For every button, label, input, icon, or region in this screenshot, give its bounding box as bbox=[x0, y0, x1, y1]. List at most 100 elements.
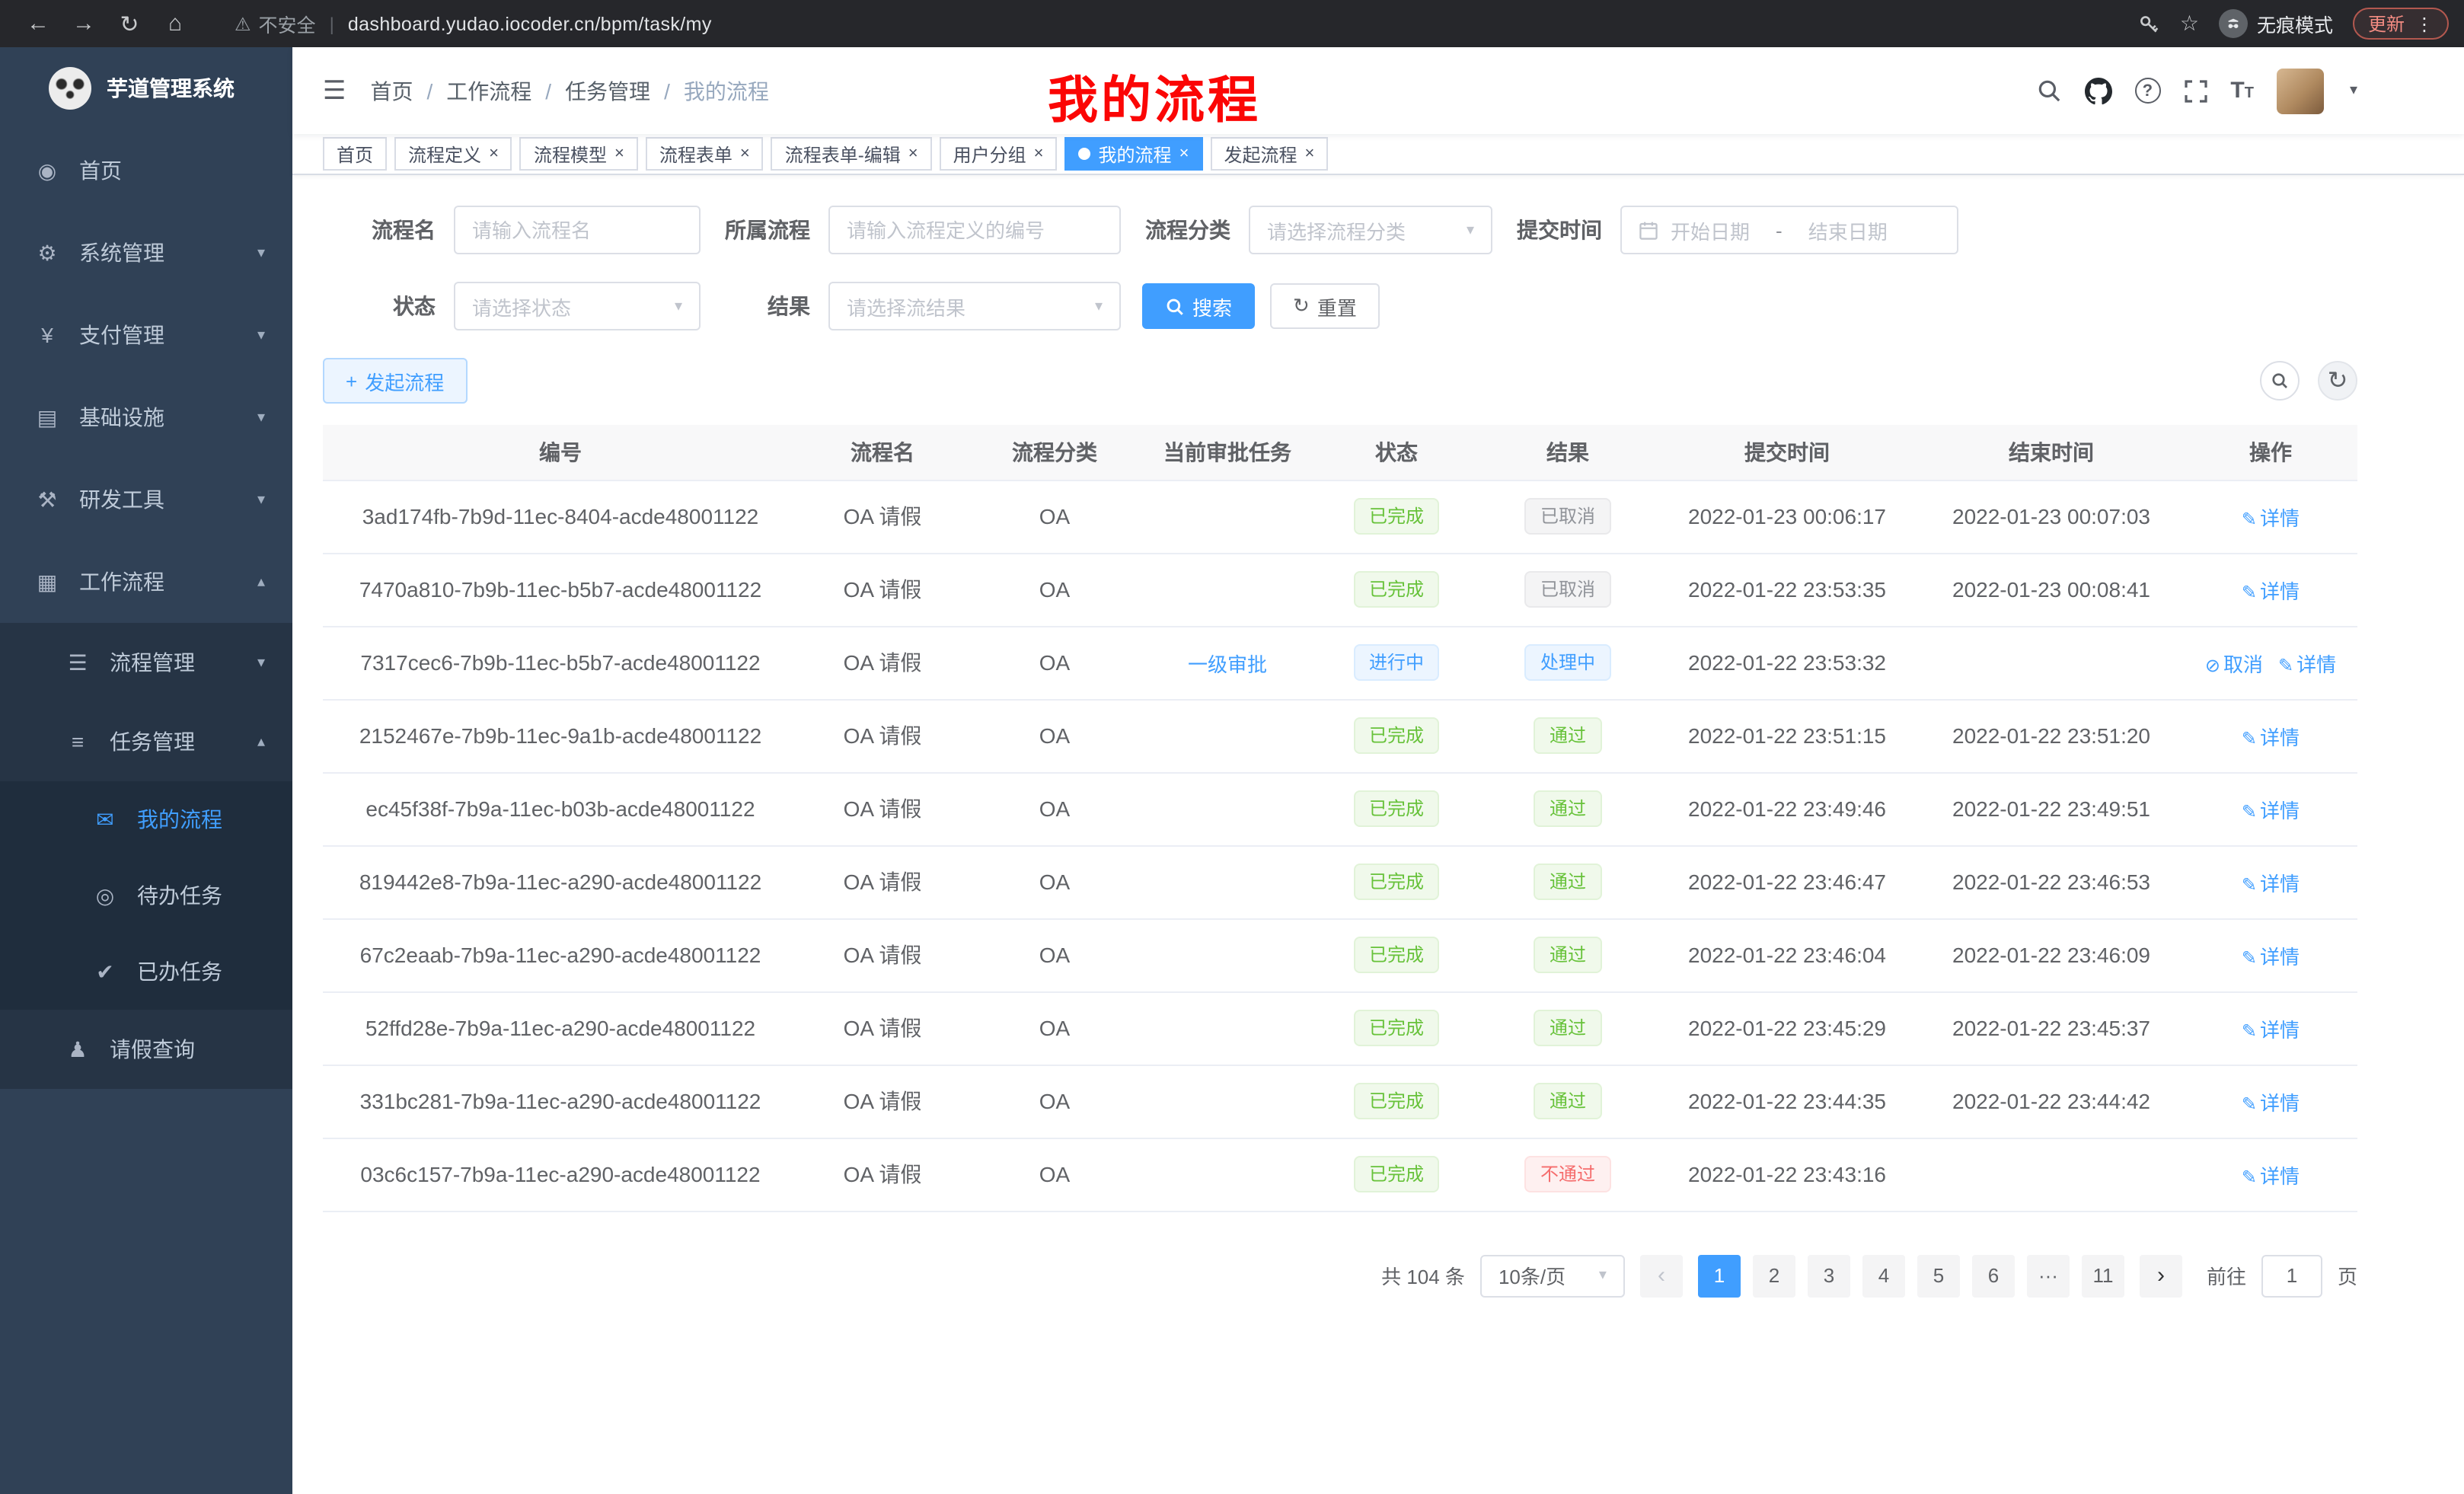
tab-4[interactable]: 流程表单-编辑× bbox=[771, 137, 932, 171]
detail-link[interactable]: ✎详情 bbox=[2242, 1018, 2300, 1041]
sidebar-item-3[interactable]: ▤基础设施▾ bbox=[0, 376, 292, 458]
github-icon[interactable] bbox=[2084, 77, 2111, 104]
sidebar-item-label: 工作流程 bbox=[79, 567, 164, 597]
detail-link[interactable]: ✎详情 bbox=[2242, 799, 2300, 822]
close-icon[interactable]: × bbox=[489, 145, 499, 162]
sidebar-item-7[interactable]: ≡任务管理▴ bbox=[0, 702, 292, 781]
breadcrumb-item[interactable]: 工作流程 bbox=[446, 75, 531, 106]
goto-page-input[interactable] bbox=[2261, 1254, 2322, 1297]
detail-link[interactable]: ✎详情 bbox=[2242, 579, 2300, 602]
category-select[interactable]: 请选择流程分类 ▾ bbox=[1249, 206, 1492, 254]
page-button-4[interactable]: 4 bbox=[1862, 1254, 1905, 1297]
detail-link[interactable]: ✎详情 bbox=[2242, 945, 2300, 968]
sidebar-item-10[interactable]: ✔已办任务 bbox=[0, 934, 292, 1010]
page-button-1[interactable]: 1 bbox=[1698, 1254, 1741, 1297]
sidebar-item-11[interactable]: ♟请假查询 bbox=[0, 1010, 292, 1089]
show-search-button[interactable] bbox=[2260, 361, 2300, 401]
detail-link[interactable]: ✎详情 bbox=[2242, 1091, 2300, 1114]
edit-icon: ✎ bbox=[2242, 1093, 2257, 1114]
help-icon[interactable]: ? bbox=[2134, 78, 2160, 104]
page-button-3[interactable]: 3 bbox=[1808, 1254, 1850, 1297]
tab-2[interactable]: 流程模型× bbox=[520, 137, 638, 171]
breadcrumb-item[interactable]: 任务管理 bbox=[565, 75, 650, 106]
page-size-select[interactable]: 10条/页 ▾ bbox=[1480, 1254, 1625, 1297]
sidebar-item-label: 请假查询 bbox=[110, 1034, 195, 1065]
chevron-down-icon: ▾ bbox=[1599, 1267, 1607, 1284]
sidebar-item-0[interactable]: ◉首页 bbox=[0, 129, 292, 212]
tab-0[interactable]: 首页 bbox=[323, 137, 387, 171]
start-process-button[interactable]: + 发起流程 bbox=[323, 358, 467, 404]
page-button-11[interactable]: 11 bbox=[2082, 1254, 2124, 1297]
process-def-input[interactable] bbox=[828, 206, 1121, 254]
cancel-link[interactable]: ⊘取消 bbox=[2205, 653, 2263, 675]
cell-current-task bbox=[1142, 480, 1313, 553]
forward-icon[interactable]: → bbox=[61, 11, 107, 37]
prev-page-button[interactable]: ‹ bbox=[1640, 1254, 1683, 1297]
detail-link[interactable]: ✎详情 bbox=[2242, 506, 2300, 529]
tab-3[interactable]: 流程表单× bbox=[646, 137, 764, 171]
close-icon[interactable]: × bbox=[614, 145, 624, 162]
back-icon[interactable]: ← bbox=[15, 11, 61, 37]
url-text[interactable]: dashboard.yudao.iocoder.cn/bpm/task/my bbox=[348, 13, 712, 34]
detail-link[interactable]: ✎详情 bbox=[2278, 653, 2336, 675]
sidebar-item-label: 首页 bbox=[79, 155, 122, 186]
sidebar-item-8[interactable]: ✉我的流程 bbox=[0, 781, 292, 857]
sidebar-item-2[interactable]: ¥支付管理▾ bbox=[0, 294, 292, 376]
tab-7[interactable]: 发起流程× bbox=[1210, 137, 1328, 171]
process-name-input[interactable] bbox=[454, 206, 701, 254]
search-button-label: 搜索 bbox=[1192, 292, 1232, 321]
tab-5[interactable]: 用户分组× bbox=[940, 137, 1058, 171]
avatar[interactable] bbox=[2277, 68, 2324, 113]
pager-more[interactable]: ··· bbox=[2027, 1254, 2070, 1297]
close-icon[interactable]: × bbox=[908, 145, 918, 162]
cell-status: 已完成 bbox=[1313, 918, 1480, 991]
breadcrumb-item[interactable]: 首页 bbox=[371, 75, 413, 106]
cell-submit-time: 2022-01-22 23:51:15 bbox=[1655, 699, 1919, 772]
tab-6[interactable]: 我的流程× bbox=[1065, 137, 1203, 171]
result-select[interactable]: 请选择流结果 ▾ bbox=[828, 282, 1121, 330]
tab-1[interactable]: 流程定义× bbox=[394, 137, 512, 171]
end-date-placeholder: 结束日期 bbox=[1808, 215, 1888, 244]
hamburger-icon[interactable]: ☰ bbox=[323, 75, 346, 106]
sidebar-item-6[interactable]: ☰流程管理▾ bbox=[0, 623, 292, 702]
task-link[interactable]: 一级审批 bbox=[1188, 653, 1267, 675]
home-icon[interactable]: ⌂ bbox=[152, 11, 198, 37]
font-size-icon[interactable]: TT bbox=[2230, 77, 2254, 104]
tools-icon: ⚒ bbox=[30, 487, 64, 512]
detail-link[interactable]: ✎详情 bbox=[2242, 726, 2300, 749]
page-button-6[interactable]: 6 bbox=[1972, 1254, 2015, 1297]
status-select[interactable]: 请选择状态 ▾ bbox=[454, 282, 701, 330]
refresh-table-button[interactable]: ↻ bbox=[2318, 361, 2357, 401]
close-icon[interactable]: × bbox=[1304, 145, 1314, 162]
password-key-icon[interactable] bbox=[2139, 13, 2160, 34]
sidebar-item-4[interactable]: ⚒研发工具▾ bbox=[0, 458, 292, 541]
update-button[interactable]: 更新 ⋮ bbox=[2353, 8, 2449, 40]
sidebar-item-5[interactable]: ▦工作流程▴ bbox=[0, 541, 292, 623]
sidebar-item-9[interactable]: ◎待办任务 bbox=[0, 857, 292, 934]
close-icon[interactable]: × bbox=[1179, 145, 1189, 162]
security-label[interactable]: 不安全 bbox=[259, 9, 316, 38]
sidebar-item-1[interactable]: ⚙系统管理▾ bbox=[0, 212, 292, 294]
search-icon[interactable] bbox=[2035, 78, 2061, 104]
app-logo[interactable]: 芋道管理系统 bbox=[0, 47, 292, 129]
detail-link[interactable]: ✎详情 bbox=[2242, 872, 2300, 895]
avatar-caret-icon[interactable]: ▾ bbox=[2350, 82, 2357, 99]
bookmark-star-icon[interactable]: ☆ bbox=[2180, 11, 2199, 37]
detail-link[interactable]: ✎详情 bbox=[2242, 1164, 2300, 1187]
next-page-button[interactable]: › bbox=[2140, 1254, 2182, 1297]
chevron-down-icon: ▾ bbox=[257, 654, 265, 671]
fullscreen-icon[interactable] bbox=[2183, 78, 2207, 103]
submit-time-range-picker[interactable]: 开始日期 - 结束日期 bbox=[1620, 206, 1958, 254]
close-icon[interactable]: × bbox=[740, 145, 750, 162]
reset-button[interactable]: ↻ 重置 bbox=[1270, 283, 1380, 329]
cell-result: 处理中 bbox=[1480, 626, 1655, 699]
status-label: 状态 bbox=[347, 291, 436, 321]
page-button-2[interactable]: 2 bbox=[1753, 1254, 1795, 1297]
search-button[interactable]: 搜索 bbox=[1142, 283, 1255, 329]
page-button-5[interactable]: 5 bbox=[1917, 1254, 1960, 1297]
cell-current-task bbox=[1142, 699, 1313, 772]
cell-end-time: 2022-01-22 23:45:37 bbox=[1919, 991, 2184, 1065]
browser-menu-icon[interactable]: ⋮ bbox=[2415, 13, 2434, 34]
reload-icon[interactable]: ↻ bbox=[107, 10, 152, 37]
close-icon[interactable]: × bbox=[1034, 145, 1044, 162]
